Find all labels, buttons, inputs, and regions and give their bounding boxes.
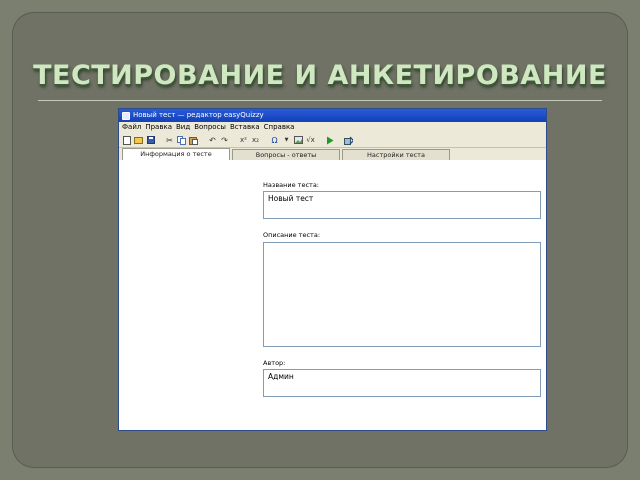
test-name-field[interactable]: Новый тест <box>263 191 541 219</box>
dropdown-icon[interactable]: ▼ <box>282 136 291 145</box>
open-folder-icon[interactable] <box>134 136 143 145</box>
menu-insert[interactable]: Вставка <box>230 122 260 133</box>
new-file-icon[interactable] <box>122 135 131 145</box>
tab-questions-answers[interactable]: Вопросы - ответы <box>232 149 340 160</box>
author-field[interactable]: Админ <box>263 369 541 397</box>
run-icon[interactable] <box>325 136 334 145</box>
undo-icon[interactable]: ↶ <box>208 136 217 145</box>
test-description-field[interactable] <box>263 242 541 347</box>
app-icon <box>122 111 130 120</box>
toolbar-separator <box>201 136 205 145</box>
test-info-form: Название теста: Новый тест Описание тест… <box>119 160 546 430</box>
window-titlebar[interactable]: Новый тест — редактор easyQuizzy <box>119 109 546 122</box>
cut-icon[interactable]: ✂ <box>165 136 174 145</box>
menu-edit[interactable]: Правка <box>145 122 172 133</box>
toolbar-separator <box>263 136 267 145</box>
menu-questions[interactable]: Вопросы <box>194 122 226 133</box>
image-icon[interactable] <box>294 136 303 145</box>
tab-test-info[interactable]: Информация о тесте <box>122 148 230 160</box>
test-name-label: Название теста: <box>263 181 319 189</box>
preview-icon[interactable] <box>344 136 353 145</box>
test-description-label: Описание теста: <box>263 231 321 239</box>
toolbar-separator <box>232 136 236 145</box>
copy-icon[interactable] <box>177 135 186 145</box>
menu-help[interactable]: Справка <box>264 122 295 133</box>
save-icon[interactable] <box>146 136 155 145</box>
toolbar: ✂ ↶ ↷ x² x₂ Ω ▼ √x <box>119 133 546 148</box>
slide-title: ТЕСТИРОВАНИЕ И АНКЕТИРОВАНИЕ <box>33 60 607 91</box>
toolbar-separator <box>337 136 341 145</box>
window-title: Новый тест — редактор easyQuizzy <box>133 111 264 119</box>
app-window: Новый тест — редактор easyQuizzy Файл Пр… <box>118 108 547 431</box>
subscript-icon[interactable]: x₂ <box>251 136 260 145</box>
menu-bar: Файл Правка Вид Вопросы Вставка Справка <box>119 122 546 133</box>
redo-icon[interactable]: ↷ <box>220 136 229 145</box>
formula-icon[interactable]: √x <box>306 136 315 145</box>
menu-view[interactable]: Вид <box>176 122 190 133</box>
title-divider <box>38 100 602 101</box>
omega-icon[interactable]: Ω <box>270 136 279 145</box>
menu-file[interactable]: Файл <box>122 122 141 133</box>
superscript-icon[interactable]: x² <box>239 136 248 145</box>
tab-test-settings[interactable]: Настройки теста <box>342 149 450 160</box>
toolbar-separator <box>158 136 162 145</box>
toolbar-separator <box>318 136 322 145</box>
paste-icon[interactable] <box>189 136 198 145</box>
author-label: Автор: <box>263 359 286 367</box>
